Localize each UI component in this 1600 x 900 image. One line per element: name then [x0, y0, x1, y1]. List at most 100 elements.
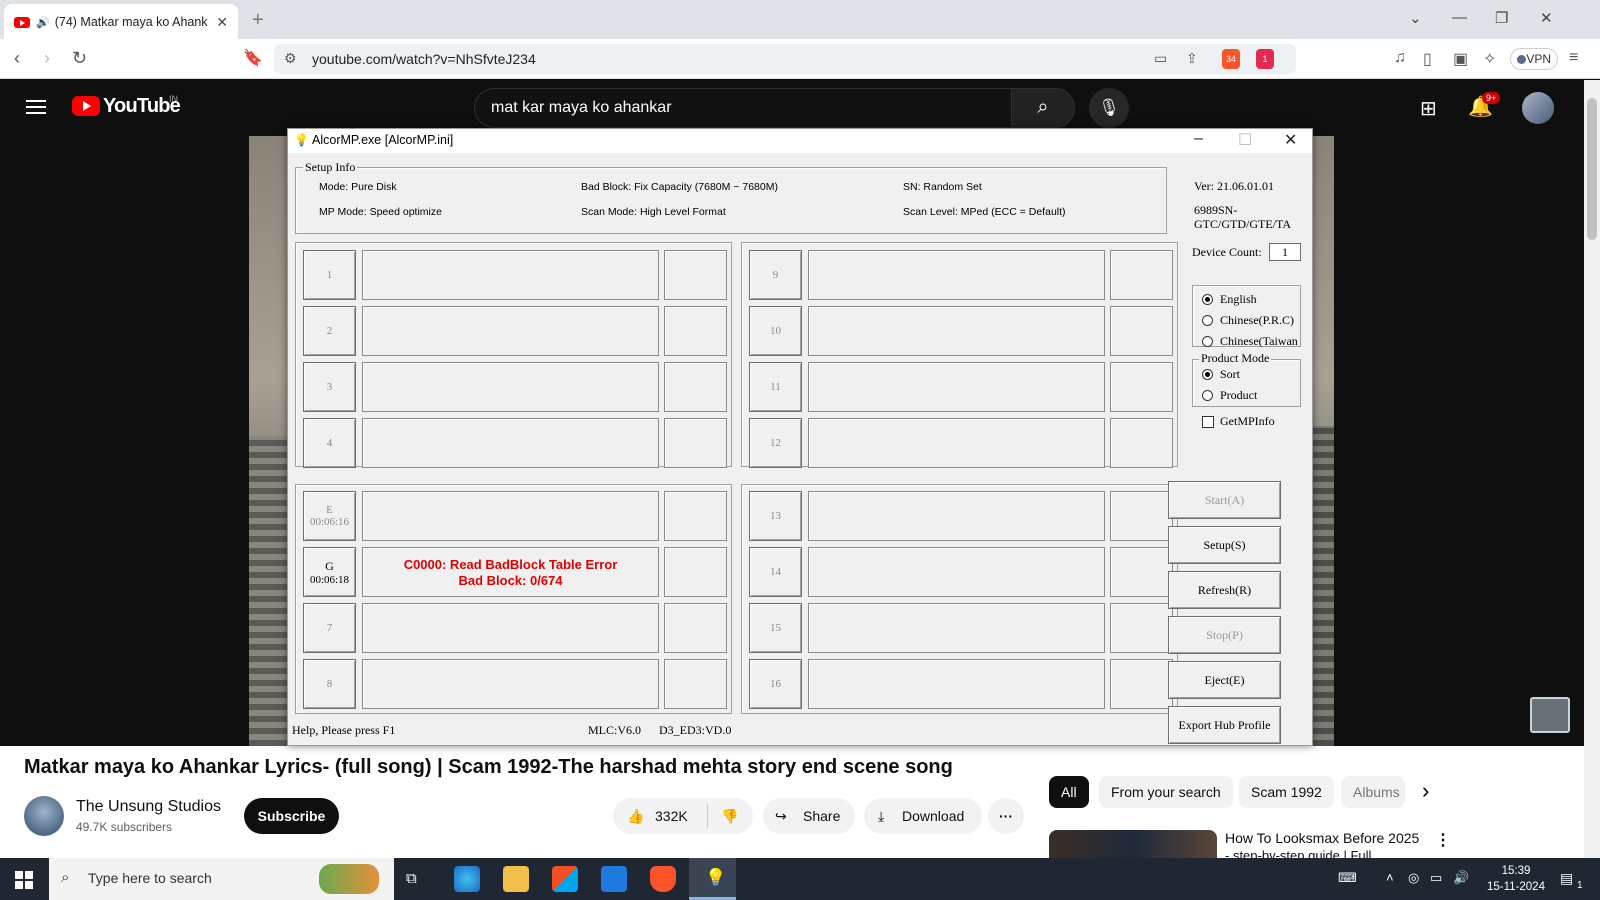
tray-chevron-icon[interactable]: ˄	[1386, 870, 1394, 885]
file-explorer-icon[interactable]	[503, 866, 529, 892]
account-avatar[interactable]	[1522, 92, 1554, 124]
english-radio[interactable]	[1202, 294, 1213, 305]
recommended-menu-icon[interactable]: ⋮	[1435, 830, 1451, 850]
menu-icon[interactable]: ≡	[1569, 49, 1578, 67]
chips-next-icon[interactable]: ›	[1422, 778, 1429, 804]
reload-icon[interactable]: ↻	[72, 48, 87, 69]
taskbar-clock[interactable]: 15:39 15-11-2024	[1476, 863, 1556, 895]
network-icon[interactable]: ▭	[1430, 870, 1442, 886]
media-icon[interactable]: ♫	[1394, 49, 1406, 67]
chinese-prc-label[interactable]: Chinese(P.R.C)	[1220, 313, 1294, 328]
create-video-icon[interactable]: ⊞	[1420, 96, 1437, 121]
tab-search-chevron-icon[interactable]: ⌄	[1409, 9, 1422, 27]
slot-15-label[interactable]: 15	[749, 603, 802, 653]
slot-11-label[interactable]: 11	[749, 362, 802, 412]
sort-radio[interactable]	[1202, 369, 1213, 380]
slot-14-label[interactable]: 14	[749, 547, 802, 597]
alcormp-taskbar-button[interactable]: 💡	[689, 858, 736, 900]
action-center-icon[interactable]: ▤	[1560, 870, 1573, 887]
stop-button[interactable]: Stop(P)	[1168, 616, 1281, 654]
getmpinfo-checkbox[interactable]	[1202, 416, 1214, 428]
slot-8-label[interactable]: 8	[303, 659, 356, 709]
task-view-icon[interactable]: ⧉	[406, 870, 417, 887]
site-info-icon[interactable]: ⚙	[284, 50, 297, 67]
back-icon[interactable]: ‹	[14, 48, 20, 69]
slot-g-label[interactable]: G 00:06:18	[303, 547, 356, 597]
chip-all[interactable]: All	[1049, 776, 1089, 808]
vpn-button[interactable]: VPN	[1510, 48, 1558, 70]
forward-icon[interactable]: ›	[44, 48, 50, 69]
search-input[interactable]: mat kar maya ko ahankar	[474, 88, 1012, 128]
slot-9-label[interactable]: 9	[749, 250, 802, 300]
scrollbar-thumb[interactable]	[1587, 98, 1597, 240]
getmpinfo-label[interactable]: GetMPInfo	[1220, 414, 1275, 429]
like-icon[interactable]: 👍	[627, 798, 644, 834]
bookmark-icon[interactable]: 🔖	[243, 48, 263, 68]
mail-icon[interactable]	[601, 866, 627, 892]
slot-7-label[interactable]: 7	[303, 603, 356, 653]
microsoft-store-icon[interactable]	[552, 866, 578, 892]
voice-search-button[interactable]: 🎙	[1089, 88, 1129, 128]
slot-1-label[interactable]: 1	[303, 250, 356, 300]
address-bar[interactable]: ⚙ youtube.com/watch?v=NhSfvteJ234 ▭ ⇪ 34…	[274, 44, 1296, 74]
brave-browser-icon[interactable]	[650, 866, 676, 892]
slot-12-label[interactable]: 12	[749, 418, 802, 468]
meet-now-icon[interactable]: ◎	[1408, 870, 1419, 886]
youtube-logo-icon[interactable]	[72, 96, 100, 116]
subscribe-button[interactable]: Subscribe	[244, 798, 339, 834]
slot-13-label[interactable]: 13	[749, 491, 802, 541]
wallet-icon[interactable]: ▣	[1453, 49, 1468, 69]
product-radio[interactable]	[1202, 390, 1213, 401]
windows-start-icon[interactable]	[15, 871, 33, 889]
alcormp-minimize-icon[interactable]: –	[1194, 130, 1203, 148]
chip-from-your-search[interactable]: From your search	[1099, 776, 1233, 808]
channel-watermark-icon[interactable]	[1530, 697, 1570, 733]
slot-10-label[interactable]: 10	[749, 306, 802, 356]
chinese-taiwan-label[interactable]: Chinese(Taiwan)	[1220, 334, 1298, 349]
taskbar-search-placeholder[interactable]: Type here to search	[88, 870, 212, 886]
volume-icon[interactable]: 🔊	[1453, 870, 1469, 886]
channel-name[interactable]: The Unsung Studios	[76, 798, 221, 816]
recommended-title[interactable]: How To Looksmax Before 2025	[1225, 830, 1419, 846]
start-button[interactable]: Start(A)	[1168, 481, 1281, 519]
chinese-taiwan-radio[interactable]	[1202, 336, 1213, 347]
slot-2-label[interactable]: 2	[303, 306, 356, 356]
browser-tab[interactable]: 🔊 (74) Matkar maya ko Ahankar ✕	[4, 4, 238, 40]
share-button[interactable]: ↪ Share	[763, 798, 855, 834]
keyboard-icon[interactable]: ⌨	[1338, 870, 1357, 886]
channel-avatar[interactable]	[24, 796, 64, 836]
export-hub-profile-button[interactable]: Export Hub Profile	[1168, 706, 1281, 744]
minimize-window-icon[interactable]: —	[1452, 9, 1467, 26]
chip-scam-1992[interactable]: Scam 1992	[1239, 776, 1334, 808]
slot-e-label[interactable]: E 00:06:16	[303, 491, 356, 541]
search-query[interactable]: mat kar maya ko ahankar	[491, 99, 672, 117]
share-icon[interactable]: ⇪	[1186, 50, 1198, 67]
alcormp-close-icon[interactable]: ✕	[1284, 130, 1297, 150]
new-tab-icon[interactable]: +	[252, 9, 264, 32]
leo-ai-icon[interactable]: ✧	[1483, 49, 1496, 69]
close-window-icon[interactable]: ✕	[1540, 9, 1553, 27]
guide-menu-icon[interactable]	[26, 100, 46, 114]
close-tab-icon[interactable]: ✕	[216, 14, 228, 31]
search-button[interactable]: ⌕	[1011, 88, 1075, 128]
more-actions-icon[interactable]: ···	[988, 798, 1024, 834]
slot-4-label[interactable]: 4	[303, 418, 356, 468]
search-highlight-image[interactable]	[319, 864, 379, 894]
recommended-thumbnail[interactable]	[1049, 830, 1217, 858]
audio-playing-icon[interactable]: 🔊	[36, 16, 50, 29]
refresh-button[interactable]: Refresh(R)	[1168, 571, 1281, 609]
url-text[interactable]: youtube.com/watch?v=NhSfvteJ234	[312, 51, 536, 67]
english-label[interactable]: English	[1220, 292, 1257, 307]
chip-albums[interactable]: Albums	[1341, 776, 1405, 808]
eject-button[interactable]: Eject(E)	[1168, 661, 1281, 699]
alcormp-maximize-icon[interactable]: ☐	[1238, 130, 1252, 150]
restore-window-icon[interactable]: ❐	[1495, 9, 1508, 27]
slot-3-label[interactable]: 3	[303, 362, 356, 412]
chinese-prc-radio[interactable]	[1202, 315, 1213, 326]
alcormp-titlebar[interactable]: 💡 AlcorMP.exe [AlcorMP.ini] – ☐ ✕	[288, 129, 1312, 153]
brave-rewards-icon[interactable]: 1	[1256, 49, 1274, 69]
sort-label[interactable]: Sort	[1220, 367, 1240, 382]
dislike-icon[interactable]: 👎	[721, 798, 738, 834]
edge-icon[interactable]	[454, 866, 480, 892]
slot-16-label[interactable]: 16	[749, 659, 802, 709]
